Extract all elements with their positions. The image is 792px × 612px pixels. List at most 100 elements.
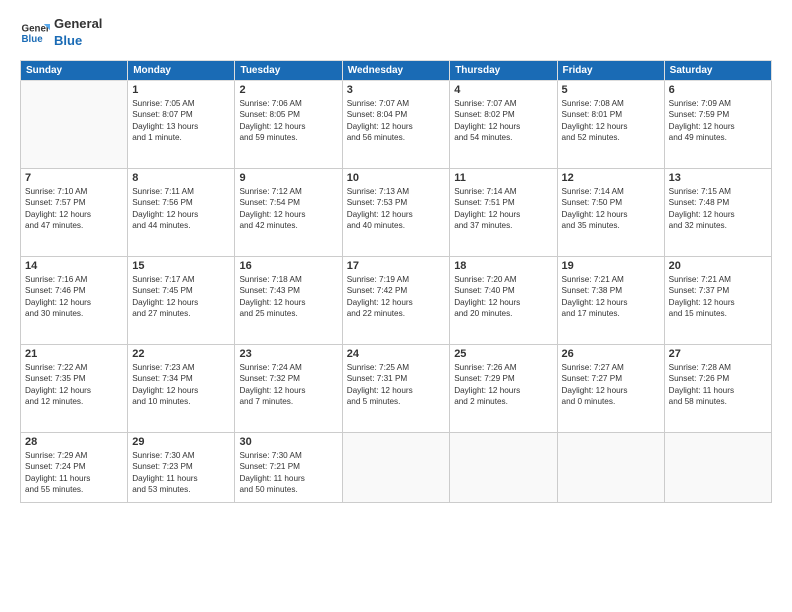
calendar-cell: 22 Sunrise: 7:23 AM Sunset: 7:34 PM Dayli…	[128, 344, 235, 432]
calendar-header-row: SundayMondayTuesdayWednesdayThursdayFrid…	[21, 60, 772, 80]
calendar-cell: 25 Sunrise: 7:26 AM Sunset: 7:29 PM Dayli…	[450, 344, 557, 432]
day-number: 13	[669, 172, 767, 184]
day-number: 30	[239, 436, 337, 448]
day-info: Sunrise: 7:12 AM Sunset: 7:54 PM Dayligh…	[239, 186, 337, 232]
calendar-cell: 26 Sunrise: 7:27 AM Sunset: 7:27 PM Dayli…	[557, 344, 664, 432]
calendar-cell	[557, 432, 664, 502]
day-info: Sunrise: 7:07 AM Sunset: 8:04 PM Dayligh…	[347, 98, 445, 144]
calendar-cell: 29 Sunrise: 7:30 AM Sunset: 7:23 PM Dayli…	[128, 432, 235, 502]
calendar-cell: 2 Sunrise: 7:06 AM Sunset: 8:05 PM Daylig…	[235, 80, 342, 168]
calendar-cell: 1Sunrise: 7:05 AM Sunset: 8:07 PM Daylig…	[128, 80, 235, 168]
calendar-week-row: 28 Sunrise: 7:29 AM Sunset: 7:24 PM Dayli…	[21, 432, 772, 502]
day-info: Sunrise: 7:23 AM Sunset: 7:34 PM Dayligh…	[132, 362, 230, 408]
calendar-week-row: 7Sunrise: 7:10 AM Sunset: 7:57 PM Daylig…	[21, 168, 772, 256]
logo-icon: General Blue	[20, 18, 50, 48]
day-number: 1	[132, 84, 230, 96]
calendar-cell: 11Sunrise: 7:14 AM Sunset: 7:51 PM Dayli…	[450, 168, 557, 256]
calendar-cell: 13 Sunrise: 7:15 AM Sunset: 7:48 PM Dayli…	[664, 168, 771, 256]
logo-text: General Blue	[54, 16, 102, 50]
page-container: General Blue General Blue SundayMondayTu…	[0, 0, 792, 612]
day-info: Sunrise: 7:14 AM Sunset: 7:50 PM Dayligh…	[562, 186, 660, 232]
day-header-monday: Monday	[128, 60, 235, 80]
header: General Blue General Blue	[20, 16, 772, 50]
day-info: Sunrise: 7:13 AM Sunset: 7:53 PM Dayligh…	[347, 186, 445, 232]
day-info: Sunrise: 7:30 AM Sunset: 7:23 PM Dayligh…	[132, 450, 230, 496]
calendar-cell: 24 Sunrise: 7:25 AM Sunset: 7:31 PM Dayli…	[342, 344, 449, 432]
day-info: Sunrise: 7:27 AM Sunset: 7:27 PM Dayligh…	[562, 362, 660, 408]
day-header-sunday: Sunday	[21, 60, 128, 80]
day-info: Sunrise: 7:06 AM Sunset: 8:05 PM Dayligh…	[239, 98, 337, 144]
day-number: 18	[454, 260, 552, 272]
calendar-week-row: 1Sunrise: 7:05 AM Sunset: 8:07 PM Daylig…	[21, 80, 772, 168]
day-info: Sunrise: 7:30 AM Sunset: 7:21 PM Dayligh…	[239, 450, 337, 496]
day-info: Sunrise: 7:19 AM Sunset: 7:42 PM Dayligh…	[347, 274, 445, 320]
day-number: 8	[132, 172, 230, 184]
day-info: Sunrise: 7:21 AM Sunset: 7:38 PM Dayligh…	[562, 274, 660, 320]
day-info: Sunrise: 7:18 AM Sunset: 7:43 PM Dayligh…	[239, 274, 337, 320]
day-info: Sunrise: 7:07 AM Sunset: 8:02 PM Dayligh…	[454, 98, 552, 144]
day-header-thursday: Thursday	[450, 60, 557, 80]
calendar-cell: 9Sunrise: 7:12 AM Sunset: 7:54 PM Daylig…	[235, 168, 342, 256]
day-info: Sunrise: 7:25 AM Sunset: 7:31 PM Dayligh…	[347, 362, 445, 408]
day-number: 21	[25, 348, 123, 360]
day-info: Sunrise: 7:15 AM Sunset: 7:48 PM Dayligh…	[669, 186, 767, 232]
calendar-cell: 12 Sunrise: 7:14 AM Sunset: 7:50 PM Dayli…	[557, 168, 664, 256]
day-number: 26	[562, 348, 660, 360]
calendar-cell: 23 Sunrise: 7:24 AM Sunset: 7:32 PM Dayli…	[235, 344, 342, 432]
calendar-cell: 28 Sunrise: 7:29 AM Sunset: 7:24 PM Dayli…	[21, 432, 128, 502]
day-number: 12	[562, 172, 660, 184]
calendar-cell: 5Sunrise: 7:08 AM Sunset: 8:01 PM Daylig…	[557, 80, 664, 168]
day-number: 15	[132, 260, 230, 272]
day-number: 4	[454, 84, 552, 96]
calendar-cell: 15 Sunrise: 7:17 AM Sunset: 7:45 PM Dayli…	[128, 256, 235, 344]
calendar-cell: 18 Sunrise: 7:20 AM Sunset: 7:40 PM Dayli…	[450, 256, 557, 344]
calendar-cell: 17Sunrise: 7:19 AM Sunset: 7:42 PM Dayli…	[342, 256, 449, 344]
day-number: 29	[132, 436, 230, 448]
day-number: 16	[239, 260, 337, 272]
calendar-cell: 4 Sunrise: 7:07 AM Sunset: 8:02 PM Daylig…	[450, 80, 557, 168]
day-info: Sunrise: 7:10 AM Sunset: 7:57 PM Dayligh…	[25, 186, 123, 232]
day-number: 10	[347, 172, 445, 184]
day-number: 2	[239, 84, 337, 96]
day-header-wednesday: Wednesday	[342, 60, 449, 80]
day-info: Sunrise: 7:28 AM Sunset: 7:26 PM Dayligh…	[669, 362, 767, 408]
day-info: Sunrise: 7:22 AM Sunset: 7:35 PM Dayligh…	[25, 362, 123, 408]
calendar-cell: 8 Sunrise: 7:11 AM Sunset: 7:56 PM Daylig…	[128, 168, 235, 256]
day-number: 25	[454, 348, 552, 360]
calendar-cell: 21 Sunrise: 7:22 AM Sunset: 7:35 PM Dayli…	[21, 344, 128, 432]
calendar-cell: 3 Sunrise: 7:07 AM Sunset: 8:04 PM Daylig…	[342, 80, 449, 168]
day-number: 3	[347, 84, 445, 96]
day-info: Sunrise: 7:24 AM Sunset: 7:32 PM Dayligh…	[239, 362, 337, 408]
day-number: 27	[669, 348, 767, 360]
logo: General Blue General Blue	[20, 16, 102, 50]
day-header-tuesday: Tuesday	[235, 60, 342, 80]
calendar-table: SundayMondayTuesdayWednesdayThursdayFrid…	[20, 60, 772, 503]
day-number: 14	[25, 260, 123, 272]
day-header-friday: Friday	[557, 60, 664, 80]
day-info: Sunrise: 7:29 AM Sunset: 7:24 PM Dayligh…	[25, 450, 123, 496]
calendar-cell: 27 Sunrise: 7:28 AM Sunset: 7:26 PM Dayli…	[664, 344, 771, 432]
day-info: Sunrise: 7:14 AM Sunset: 7:51 PM Dayligh…	[454, 186, 552, 232]
calendar-cell: 10 Sunrise: 7:13 AM Sunset: 7:53 PM Dayli…	[342, 168, 449, 256]
calendar-cell: 6Sunrise: 7:09 AM Sunset: 7:59 PM Daylig…	[664, 80, 771, 168]
day-number: 24	[347, 348, 445, 360]
day-info: Sunrise: 7:21 AM Sunset: 7:37 PM Dayligh…	[669, 274, 767, 320]
day-info: Sunrise: 7:20 AM Sunset: 7:40 PM Dayligh…	[454, 274, 552, 320]
day-number: 20	[669, 260, 767, 272]
day-number: 28	[25, 436, 123, 448]
day-header-saturday: Saturday	[664, 60, 771, 80]
day-info: Sunrise: 7:26 AM Sunset: 7:29 PM Dayligh…	[454, 362, 552, 408]
day-number: 19	[562, 260, 660, 272]
day-number: 23	[239, 348, 337, 360]
day-info: Sunrise: 7:11 AM Sunset: 7:56 PM Dayligh…	[132, 186, 230, 232]
calendar-week-row: 21 Sunrise: 7:22 AM Sunset: 7:35 PM Dayli…	[21, 344, 772, 432]
calendar-cell	[342, 432, 449, 502]
day-number: 22	[132, 348, 230, 360]
calendar-cell: 14 Sunrise: 7:16 AM Sunset: 7:46 PM Dayli…	[21, 256, 128, 344]
calendar-cell: 7Sunrise: 7:10 AM Sunset: 7:57 PM Daylig…	[21, 168, 128, 256]
calendar-cell	[450, 432, 557, 502]
day-info: Sunrise: 7:17 AM Sunset: 7:45 PM Dayligh…	[132, 274, 230, 320]
day-info: Sunrise: 7:16 AM Sunset: 7:46 PM Dayligh…	[25, 274, 123, 320]
calendar-week-row: 14 Sunrise: 7:16 AM Sunset: 7:46 PM Dayli…	[21, 256, 772, 344]
calendar-cell: 20 Sunrise: 7:21 AM Sunset: 7:37 PM Dayli…	[664, 256, 771, 344]
